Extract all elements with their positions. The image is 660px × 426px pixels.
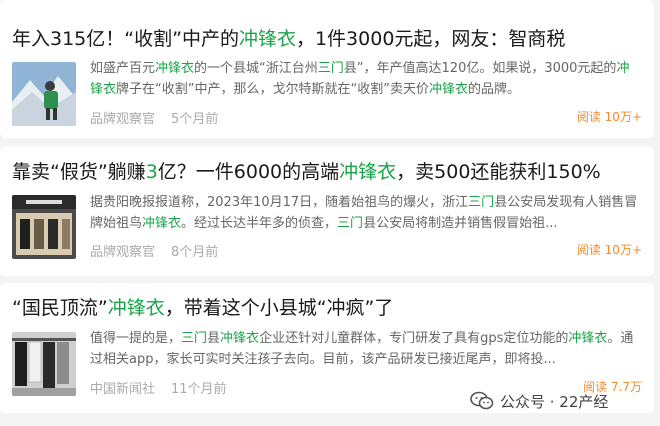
article-time: 5个月前 (171, 112, 219, 127)
highlight-keyword: 冲锋衣 (142, 216, 182, 231)
article-summary: 据贵阳晚报报道称，2023年10月17日，随着始祖鸟的爆火，浙江三门县公安局发现… (90, 192, 642, 234)
text-segment: 值得一提的是， (90, 331, 182, 346)
text-segment: “国民顶流” (12, 297, 108, 319)
watermark-text: 公众号 · 22产经 (500, 392, 609, 411)
wechat-watermark: 公众号 · 22产经 (470, 386, 660, 416)
article-summary: 值得一提的是，三门县冲锋衣企业还针对儿童群体，专门研发了具有gps定位功能的冲锋… (90, 328, 642, 370)
store-front-photo-icon (12, 195, 76, 259)
mountaineer-photo-icon (12, 62, 76, 126)
text-segment: 的一个县城“浙江台州 (194, 61, 318, 76)
highlight-keyword: 冲锋衣 (428, 82, 468, 97)
text-segment: ，带着这个小县城“冲疯”了 (164, 297, 394, 319)
highlight-keyword: 三门 (468, 195, 495, 210)
text-segment: 年入315亿！“收割”中产的 (12, 28, 239, 50)
highlight-keyword: 冲锋衣 (155, 61, 195, 76)
article-source[interactable]: 中国新闻社 (90, 382, 155, 397)
highlight-keyword: 三门 (337, 216, 364, 231)
read-count: 阅读 10万+ (576, 110, 642, 124)
text-segment: 的品牌。 (467, 82, 520, 97)
article-title[interactable]: 年入315亿！“收割”中产的冲锋衣，1件3000元起，网友：智商税 (12, 27, 644, 51)
article-meta: 品牌观察官 5个月前 (90, 108, 218, 127)
article-meta: 中国新闻社 11个月前 (90, 378, 227, 397)
article-thumbnail[interactable] (12, 332, 76, 396)
article-time: 11个月前 (171, 382, 227, 397)
text-segment: 企业还针对儿童群体，专门研发了具有gps定位功能的 (259, 331, 569, 346)
article-thumbnail[interactable] (12, 195, 76, 259)
highlight-keyword: 3 (145, 161, 158, 183)
text-segment: 靠卖“假货”躺赚 (12, 161, 146, 183)
text-segment: 县 (207, 331, 221, 346)
text-segment: 亿？一件6000的高端 (157, 161, 340, 183)
text-segment: 牌子在“收割”中产，那么，戈尔特斯就在“收割”卖天价 (116, 82, 429, 97)
article-time: 8个月前 (171, 245, 219, 260)
text-segment: 如盛产百元 (90, 61, 156, 76)
highlight-keyword: 冲锋衣 (238, 28, 296, 50)
article-thumbnail[interactable] (12, 62, 76, 126)
article-summary: 如盛产百元冲锋衣的一个县城“浙江台州三门县”，年产值高达120亿。如果说，300… (90, 58, 642, 100)
article-card-1[interactable]: 年入315亿！“收割”中产的冲锋衣，1件3000元起，网友：智商税 如盛产百元冲… (0, 0, 654, 138)
wechat-icon (470, 391, 494, 411)
text-segment: ，卖500还能获利150% (396, 161, 601, 183)
text-segment: 。经过长达半年多的侦查， (181, 216, 338, 231)
article-card-2[interactable]: 靠卖“假货”躺赚3亿？一件6000的高端冲锋衣，卖500还能获利150% 据贵阳… (0, 146, 654, 276)
clothing-rack-photo-icon (12, 332, 76, 396)
text-segment: ，1件3000元起，网友：智商税 (295, 28, 566, 50)
highlight-keyword: 冲锋衣 (339, 161, 397, 183)
article-meta: 品牌观察官 8个月前 (90, 241, 218, 260)
article-source[interactable]: 品牌观察官 (90, 112, 155, 127)
highlight-keyword: 冲锋衣 (220, 331, 260, 346)
highlight-keyword: 冲锋衣 (568, 331, 608, 346)
highlight-keyword: 三门 (317, 61, 344, 76)
highlight-keyword: 三门 (181, 331, 208, 346)
text-segment: 县公安局将制造并销售假冒始祖... (363, 216, 558, 231)
article-title[interactable]: “国民顶流”冲锋衣，带着这个小县城“冲疯”了 (12, 296, 644, 320)
highlight-keyword: 冲锋衣 (107, 297, 165, 319)
text-segment: 县”，年产值高达120亿。如果说，3000元起的 (343, 61, 617, 76)
article-title[interactable]: 靠卖“假货”躺赚3亿？一件6000的高端冲锋衣，卖500还能获利150% (12, 160, 644, 184)
text-segment: 据贵阳晚报报道称，2023年10月17日，随着始祖鸟的爆火，浙江 (90, 195, 469, 210)
article-source[interactable]: 品牌观察官 (90, 245, 155, 260)
read-count: 阅读 10万+ (576, 243, 642, 257)
